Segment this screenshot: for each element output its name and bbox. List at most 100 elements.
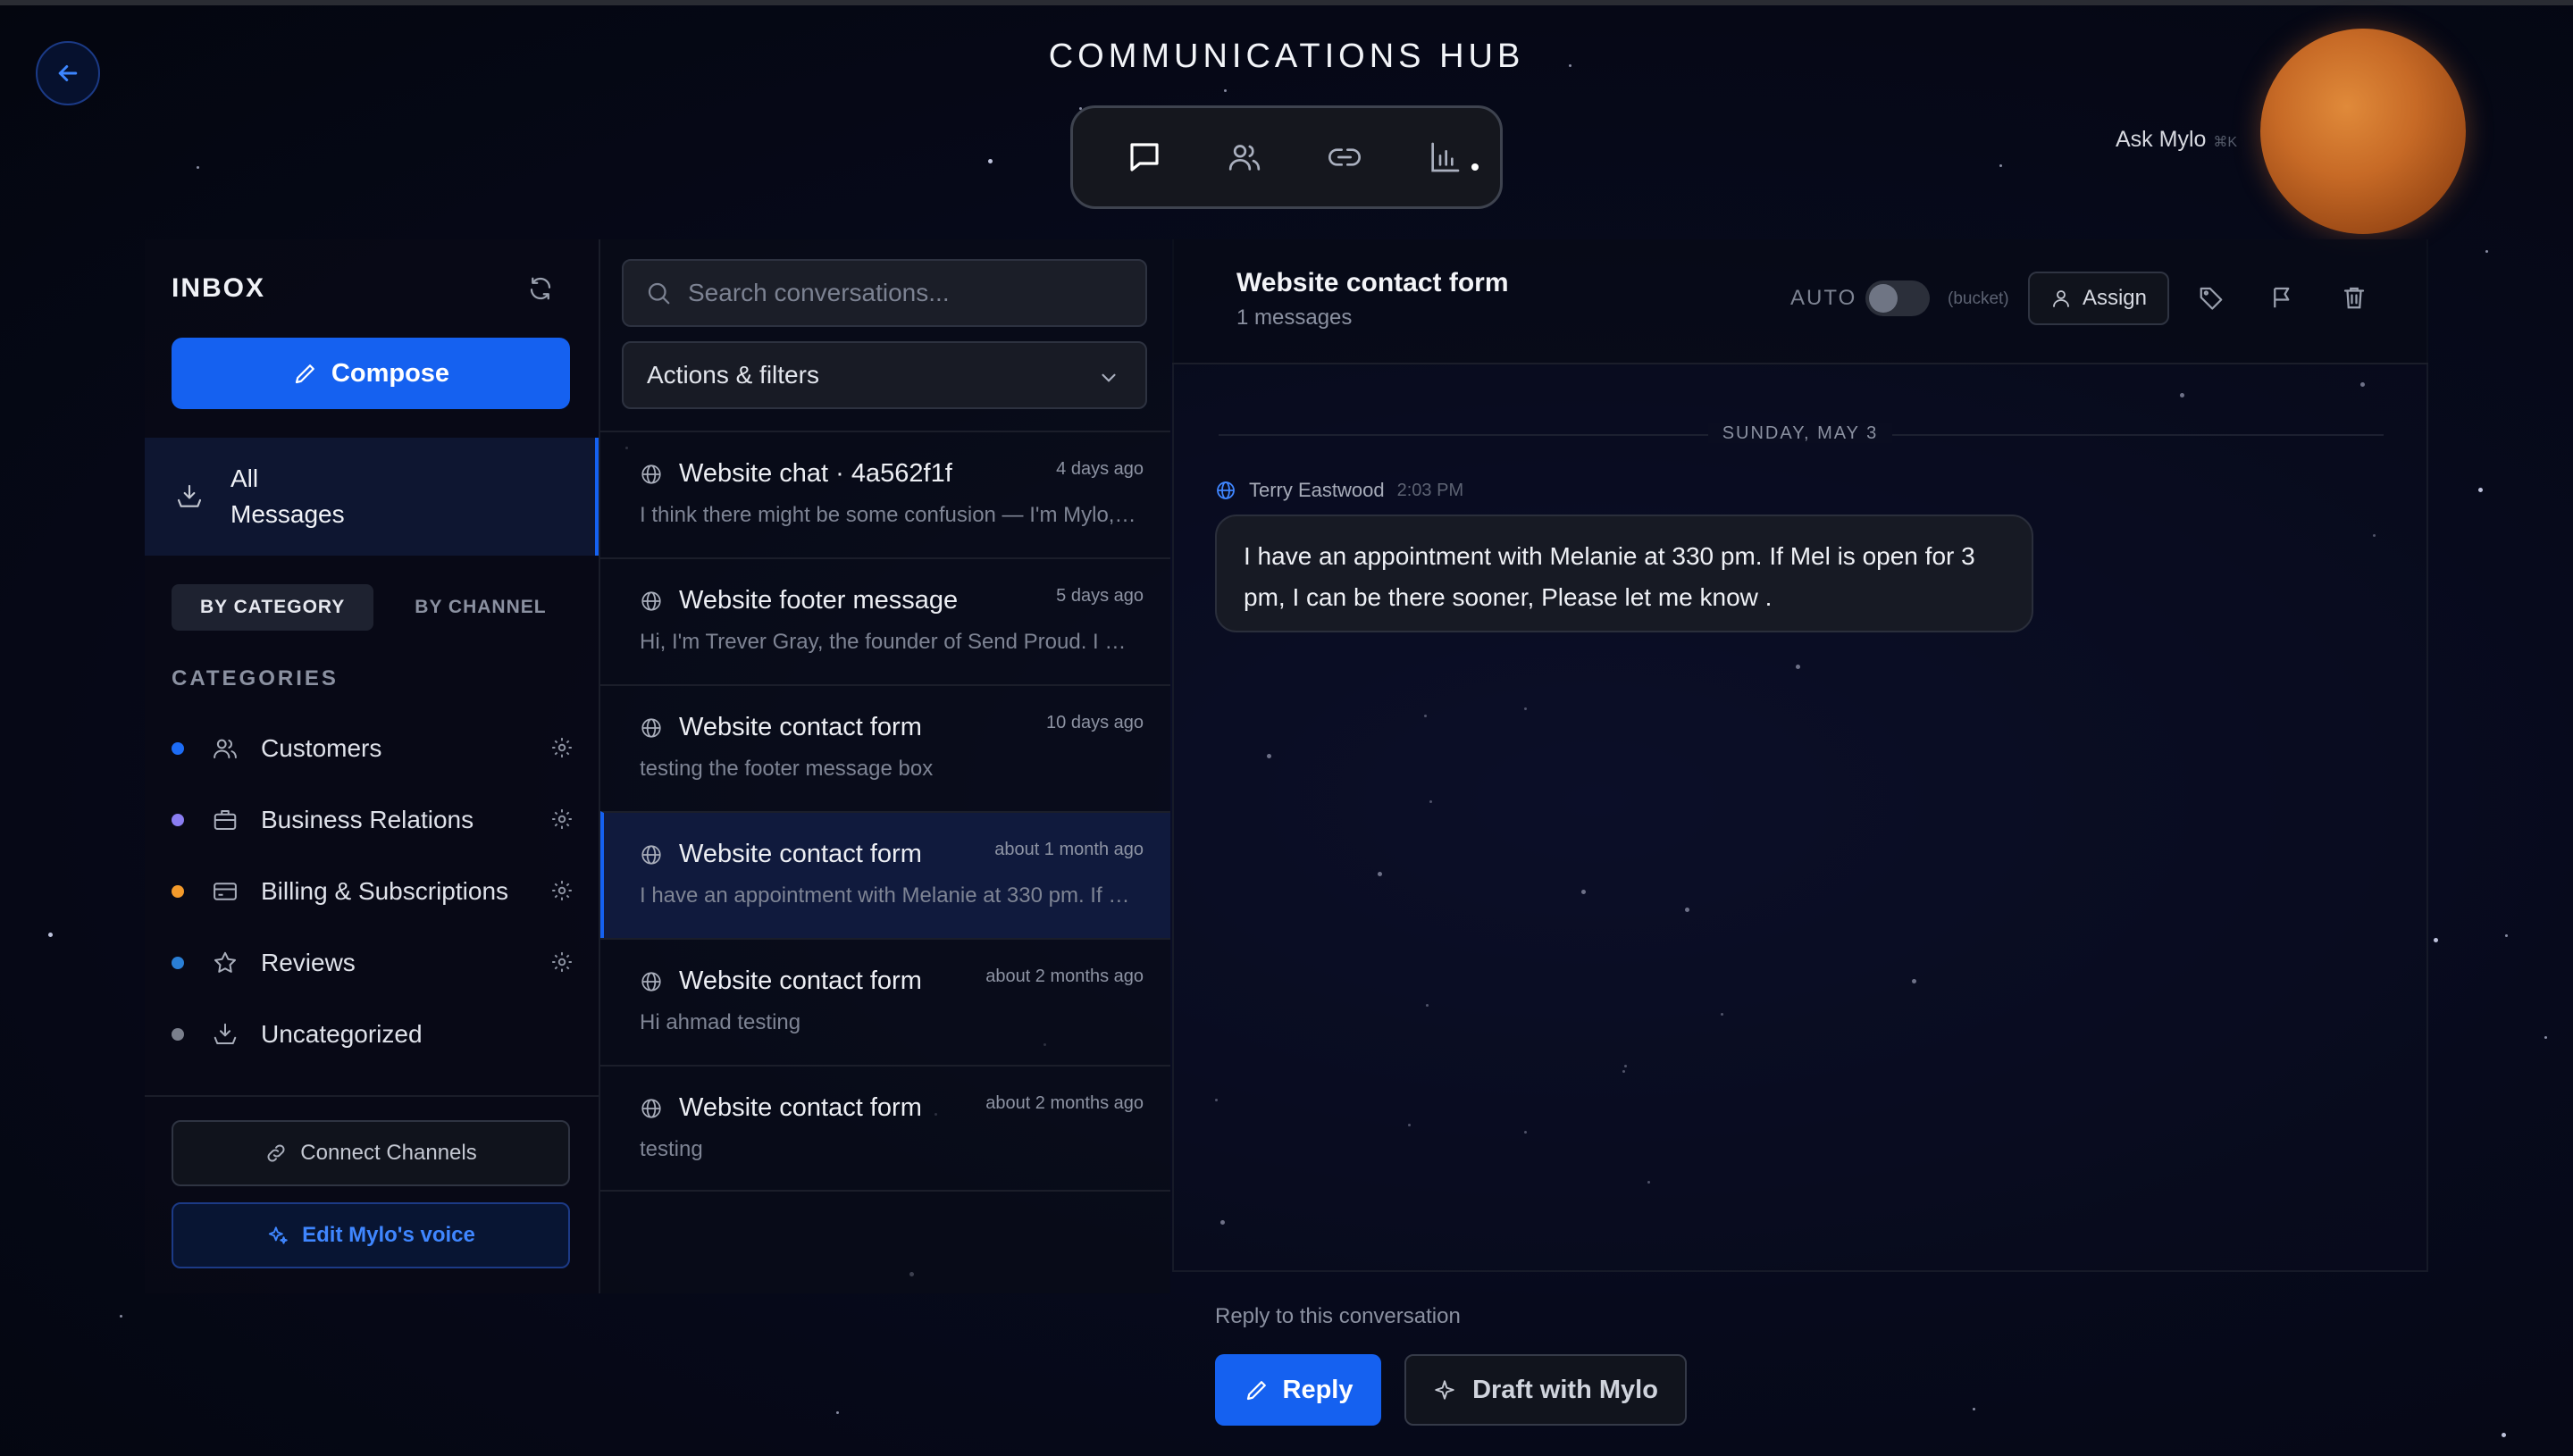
window-top-border xyxy=(0,0,2573,5)
category-channel-switch: BY CATEGORY BY CHANNEL xyxy=(172,584,577,631)
hub-navigation xyxy=(1070,105,1503,209)
conversation-preview: Hi, I'm Trever Gray, the founder of Send… xyxy=(640,630,1140,654)
flag-icon xyxy=(2274,287,2290,308)
conversation-title: Website contact form xyxy=(679,966,922,995)
link-icon xyxy=(267,1144,285,1162)
gear-icon xyxy=(552,809,572,829)
gear-icon xyxy=(552,738,572,757)
chat-bubble-icon xyxy=(1130,143,1159,172)
auto-reply-toggle[interactable] xyxy=(1865,280,1930,316)
message-count: 1 messages xyxy=(1236,305,1353,330)
category-color-dot xyxy=(172,1028,184,1041)
segment-by-channel[interactable]: BY CHANNEL xyxy=(384,584,576,631)
category-item-reviews[interactable]: Reviews xyxy=(172,927,582,999)
draft-with-mylo-button[interactable]: Draft with Mylo xyxy=(1404,1354,1687,1426)
conversation-time: about 2 months ago xyxy=(985,1093,1144,1113)
tab-channels[interactable] xyxy=(1320,132,1370,182)
ask-mylo-label: Ask Mylo xyxy=(2116,127,2207,152)
reply-prompt: Reply to this conversation xyxy=(1215,1304,1461,1328)
shortcut-hint: ⌘K xyxy=(2213,135,2238,150)
conversation-time: about 1 month ago xyxy=(994,840,1144,859)
filters-label: Actions & filters xyxy=(647,361,819,389)
tag-button[interactable] xyxy=(2198,284,2225,315)
conversation-item[interactable]: Website footer message 5 days ago Hi, I'… xyxy=(600,557,1170,684)
sidebar-item-all-messages[interactable]: All Messages xyxy=(145,438,599,556)
category-label: Uncategorized xyxy=(261,1020,423,1048)
compose-label: Compose xyxy=(331,358,450,388)
mylo-planet-avatar[interactable] xyxy=(2260,29,2466,234)
flag-button[interactable] xyxy=(2269,284,2296,315)
conversation-time: 10 days ago xyxy=(1046,713,1144,732)
conversation-time: 5 days ago xyxy=(1056,586,1144,606)
chevron-down-icon xyxy=(1102,373,1116,382)
star-icon xyxy=(214,951,236,973)
conversation-title: Website footer message xyxy=(679,586,959,615)
conversation-list-panel: Search conversations... Actions & filter… xyxy=(600,239,1170,1293)
tag-icon xyxy=(2200,287,2223,310)
conversation-item-selected[interactable]: Website contact form about 1 month ago I… xyxy=(600,811,1170,938)
conversation-preview: I have an appointment with Melanie at 33… xyxy=(640,883,1140,908)
category-label: Reviews xyxy=(261,949,356,976)
tab-contacts[interactable] xyxy=(1219,132,1270,182)
edit-voice-label: Edit Mylo's voice xyxy=(302,1223,475,1247)
search-icon xyxy=(648,282,670,305)
conversation-preview: testing xyxy=(640,1137,703,1161)
pencil-icon xyxy=(1246,1381,1266,1401)
conversation-item[interactable]: Website contact form 10 days ago testing… xyxy=(600,684,1170,811)
message-bubble: I have an appointment with Melanie at 33… xyxy=(1215,515,2033,632)
conversation-header: Website contact form 1 messages AUTO (bu… xyxy=(1172,239,2428,364)
inbox-sidebar: INBOX Compose All Messages BY CATEGORY B… xyxy=(145,239,599,1293)
category-label: Billing & Subscriptions xyxy=(261,877,509,905)
draft-label: Draft with Mylo xyxy=(1472,1375,1658,1404)
conversation-title: Website contact form xyxy=(679,1093,922,1122)
conversation-item[interactable]: Website chat · 4a562f1f 4 days ago I thi… xyxy=(600,431,1170,557)
category-list: Customers Business Relations Billing & S… xyxy=(172,713,582,1070)
compose-button[interactable]: Compose xyxy=(172,338,570,409)
delete-button[interactable] xyxy=(2341,284,2368,315)
category-label: Business Relations xyxy=(261,806,474,833)
tab-conversations[interactable] xyxy=(1119,132,1169,182)
assign-button[interactable]: Assign xyxy=(2028,272,2169,325)
segment-by-category[interactable]: BY CATEGORY xyxy=(172,584,374,631)
inbox-download-icon xyxy=(177,484,202,507)
refresh-button[interactable] xyxy=(527,275,554,306)
date-separator: SUNDAY, MAY 3 xyxy=(1172,423,2428,444)
conversation-title: Website contact form xyxy=(679,840,922,868)
toggle-knob xyxy=(1869,284,1898,313)
divider xyxy=(145,1095,599,1097)
connect-channels-button[interactable]: Connect Channels xyxy=(172,1120,570,1186)
globe-icon xyxy=(641,844,661,865)
actions-filters-dropdown[interactable]: Actions & filters xyxy=(622,341,1147,409)
inbox-download-icon xyxy=(214,1023,237,1044)
conversation-title: Website chat · 4a562f1f xyxy=(679,459,952,488)
reply-button[interactable]: Reply xyxy=(1215,1354,1381,1426)
refresh-icon xyxy=(530,277,551,300)
conversation-item[interactable]: Website contact form about 2 months ago … xyxy=(600,1065,1170,1192)
category-settings-button[interactable] xyxy=(550,736,574,764)
sparkle-icon xyxy=(1435,1380,1454,1400)
category-settings-button[interactable] xyxy=(550,807,574,835)
notification-dot xyxy=(1471,163,1479,171)
gear-icon xyxy=(552,881,572,900)
conversation-title: Website contact form xyxy=(679,713,922,741)
category-item-uncategorized[interactable]: Uncategorized xyxy=(172,999,582,1070)
conversation-item[interactable]: Website contact form about 2 months ago … xyxy=(600,938,1170,1065)
category-item-business-relations[interactable]: Business Relations xyxy=(172,784,582,856)
search-input[interactable]: Search conversations... xyxy=(622,259,1147,327)
ask-mylo-button[interactable]: Ask Mylo ⌘K xyxy=(2116,127,2237,153)
globe-icon xyxy=(641,717,661,738)
category-item-billing[interactable]: Billing & Subscriptions xyxy=(172,856,582,927)
category-settings-button[interactable] xyxy=(550,950,574,978)
users-icon xyxy=(214,739,237,758)
conversation-list: Website chat · 4a562f1f 4 days ago I thi… xyxy=(600,431,1170,1192)
globe-icon xyxy=(641,464,661,484)
tab-analytics[interactable] xyxy=(1420,132,1470,182)
link-icon xyxy=(1328,148,1361,166)
gear-icon xyxy=(552,952,572,972)
search-placeholder: Search conversations... xyxy=(688,279,950,306)
category-settings-button[interactable] xyxy=(550,879,574,907)
briefcase-icon xyxy=(214,810,237,830)
category-color-dot xyxy=(172,814,184,826)
edit-voice-button[interactable]: Edit Mylo's voice xyxy=(172,1202,570,1268)
category-item-customers[interactable]: Customers xyxy=(172,713,582,784)
